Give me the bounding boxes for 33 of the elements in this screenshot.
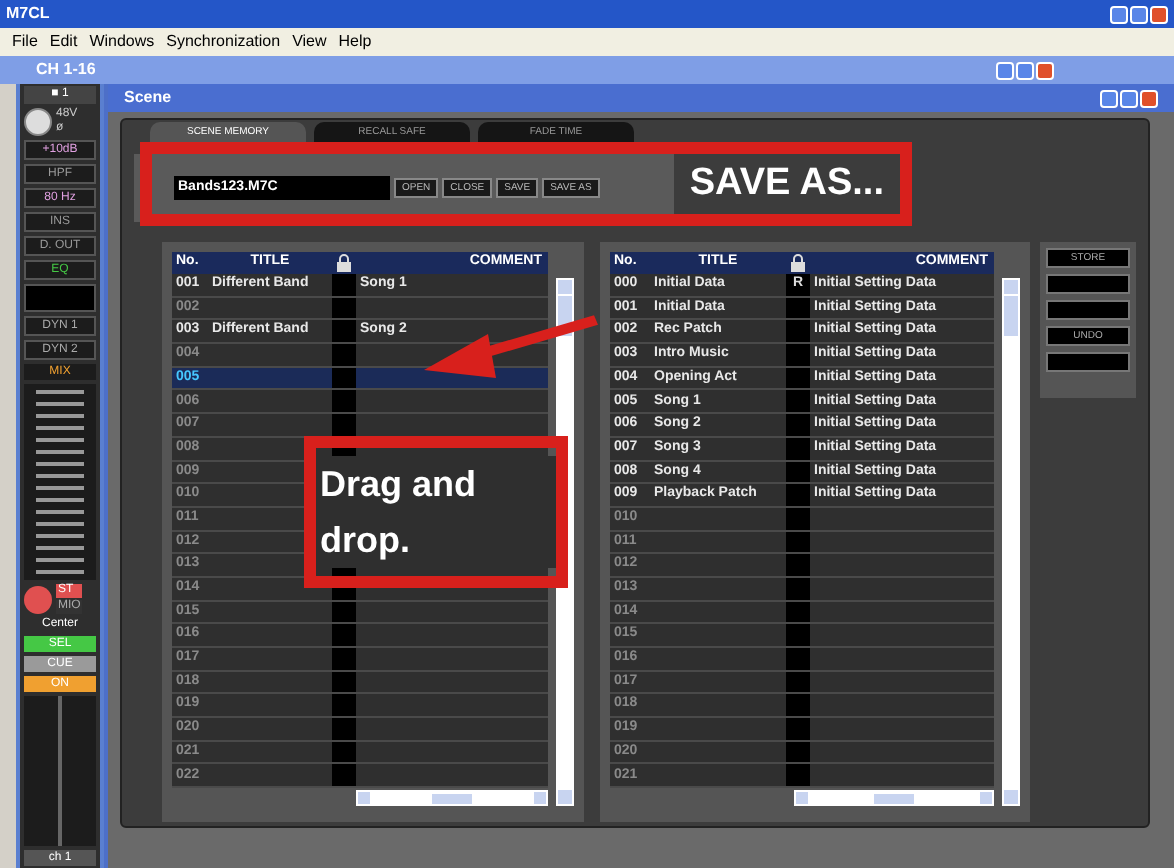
horizontal-scrollbar[interactable] — [794, 790, 994, 807]
menu-item[interactable]: Help — [338, 30, 372, 54]
maximize-icon[interactable] — [1130, 5, 1148, 23]
minimize-icon[interactable] — [996, 61, 1014, 79]
scroll-thumb[interactable] — [432, 793, 472, 804]
scroll-thumb[interactable] — [874, 793, 914, 804]
lock-icon — [790, 254, 806, 272]
close-icon[interactable] — [1150, 5, 1168, 23]
gain-knob-icon[interactable] — [24, 108, 52, 136]
horizontal-scrollbar[interactable] — [356, 790, 548, 807]
scroll-thumb[interactable] — [1004, 296, 1018, 336]
menu-item[interactable]: Edit — [49, 30, 78, 54]
blank-button[interactable] — [1046, 300, 1130, 320]
maximize-icon[interactable] — [1120, 89, 1138, 107]
close-icon[interactable] — [1140, 89, 1158, 107]
blank-button[interactable] — [1046, 274, 1130, 294]
menu-item[interactable]: Synchronization — [166, 30, 281, 54]
menu-item[interactable]: File — [12, 30, 38, 54]
callout-text: Drag and drop. — [316, 456, 556, 568]
lock-icon — [336, 254, 352, 272]
blank-button[interactable] — [1046, 352, 1130, 372]
maximize-icon[interactable] — [1016, 61, 1034, 79]
vertical-scrollbar[interactable] — [1002, 278, 1020, 806]
minimize-icon[interactable] — [1110, 5, 1128, 23]
minimize-icon[interactable] — [1100, 89, 1118, 107]
menu-item[interactable]: Windows — [89, 30, 155, 54]
menu-item[interactable]: View — [292, 30, 327, 54]
eq-graph — [24, 284, 96, 312]
window-title: CH 1-16 — [36, 58, 96, 82]
window-title: Scene — [124, 86, 172, 110]
close-icon[interactable] — [1036, 61, 1054, 79]
pan-knob-icon[interactable] — [24, 585, 52, 613]
app-title: M7CL — [6, 2, 50, 26]
